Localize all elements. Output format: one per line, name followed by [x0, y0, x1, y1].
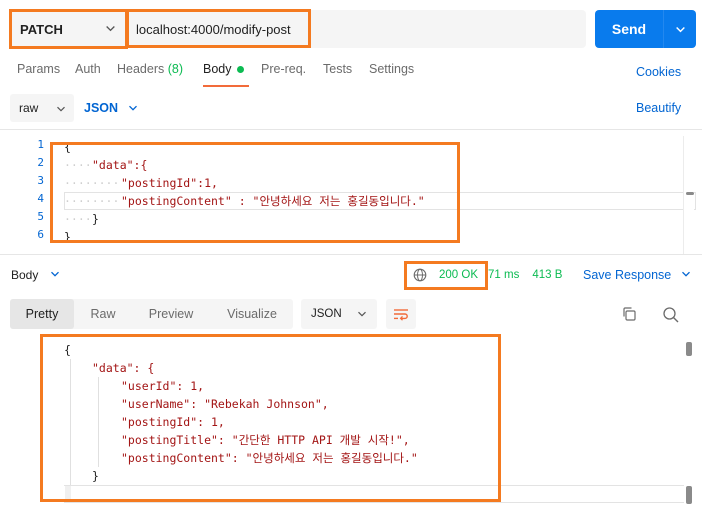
globe-icon[interactable]	[413, 268, 427, 282]
code-line: {	[64, 343, 71, 357]
cookies-link[interactable]: Cookies	[636, 65, 681, 79]
method-label: PATCH	[20, 21, 63, 37]
code-line: "postingContent" : "안녕하세요 저는 홍길동입니다."	[121, 194, 425, 208]
tab-preview[interactable]: Preview	[134, 299, 208, 329]
tab-params[interactable]: Params	[17, 62, 60, 76]
indent-guide	[70, 359, 71, 485]
tab-settings[interactable]: Settings	[369, 62, 414, 76]
scroll-thumb[interactable]	[686, 192, 694, 195]
save-response-label: Save Response	[583, 268, 672, 282]
search-icon[interactable]	[662, 306, 680, 324]
divider	[0, 254, 702, 255]
code-line: "userName": "Rebekah Johnson",	[121, 397, 329, 411]
code-line: "postingContent": "안녕하세요 저는 홍길동입니다."	[121, 451, 418, 465]
tab-headers-label: Headers	[117, 62, 165, 76]
scroll-divider	[683, 136, 684, 254]
code-line: "postingId": 1,	[121, 415, 225, 429]
body-active-dot-icon	[236, 66, 244, 74]
beautify-link[interactable]: Beautify	[636, 101, 681, 115]
wrap-lines-icon	[393, 307, 409, 321]
send-label: Send	[611, 21, 647, 37]
wrap-lines-button[interactable]	[386, 299, 416, 329]
line-number: 1	[37, 138, 44, 151]
divider	[0, 129, 702, 130]
response-scroll-thumb[interactable]	[686, 342, 692, 356]
response-size[interactable]: 413 B	[532, 269, 562, 281]
tab-pre-request[interactable]: Pre-req.	[261, 62, 306, 76]
indent-guide: ········	[64, 194, 120, 208]
tab-tests[interactable]: Tests	[323, 62, 352, 76]
indent-guide: ····	[64, 212, 92, 226]
response-scroll-thumb-bottom[interactable]	[686, 486, 692, 504]
tab-auth[interactable]: Auth	[75, 62, 101, 76]
method-select[interactable]: PATCH	[10, 10, 126, 48]
code-line: "data": {	[92, 361, 155, 375]
tab-body-label: Body	[203, 62, 232, 76]
code-line: "data":{	[92, 158, 148, 172]
response-body-dropdown[interactable]: Body	[11, 268, 60, 282]
tab-pretty[interactable]: Pretty	[10, 299, 74, 329]
chevron-down-icon	[56, 103, 66, 117]
chevron-down-icon	[357, 309, 367, 322]
code-line: "userId": 1,	[121, 379, 205, 393]
save-response-button[interactable]: Save Response	[583, 268, 691, 282]
code-line: }	[92, 212, 99, 226]
body-language-select[interactable]: JSON	[84, 94, 138, 122]
indent-guide: ····	[64, 158, 92, 172]
code-line: "postingTitle": "간단한 HTTP API 개발 시작!",	[121, 433, 410, 447]
tab-visualize[interactable]: Visualize	[212, 299, 292, 329]
indent-guide	[98, 377, 99, 467]
url-text: localhost:4000/modify-post	[136, 21, 291, 37]
tab-headers[interactable]: Headers (8)	[117, 62, 183, 76]
code-line: "postingId":1,	[121, 176, 218, 190]
code-line: {	[64, 140, 71, 154]
response-time[interactable]: 71 ms	[488, 269, 519, 281]
indent-guide: ········	[64, 176, 120, 190]
send-divider	[663, 10, 664, 48]
code-line: }	[92, 469, 99, 483]
copy-icon[interactable]	[621, 306, 637, 322]
current-line-highlight	[64, 485, 684, 503]
send-button[interactable]: Send	[595, 10, 696, 48]
tab-raw[interactable]: Raw	[74, 299, 132, 329]
body-language-label: JSON	[84, 101, 119, 115]
chevron-down-icon	[128, 103, 138, 113]
headers-count: (8)	[167, 62, 184, 76]
line-number: 5	[37, 210, 44, 223]
send-options-chevron-icon[interactable]	[664, 24, 696, 35]
body-mode-label: raw	[19, 101, 39, 115]
chevron-down-icon	[50, 268, 60, 282]
code-line: }	[64, 230, 71, 244]
line-number: 3	[37, 174, 44, 187]
url-input[interactable]: localhost:4000/modify-post	[128, 10, 586, 48]
line-number: 4	[37, 192, 44, 205]
chevron-down-icon	[105, 22, 116, 37]
chevron-down-icon	[681, 268, 691, 282]
response-format-label: JSON	[311, 308, 342, 320]
request-editor-scrollbar[interactable]	[684, 136, 694, 254]
active-tab-indicator	[203, 85, 249, 87]
body-mode-select[interactable]: raw	[10, 94, 74, 122]
status-code[interactable]: 200 OK	[439, 269, 478, 281]
response-format-select[interactable]: JSON	[301, 299, 377, 329]
response-status: 200 OK 71 ms 413 B	[405, 262, 562, 288]
line-number: 2	[37, 156, 44, 169]
tab-body[interactable]: Body	[203, 62, 244, 76]
response-body-label: Body	[11, 268, 39, 282]
line-number: 6	[37, 228, 44, 241]
